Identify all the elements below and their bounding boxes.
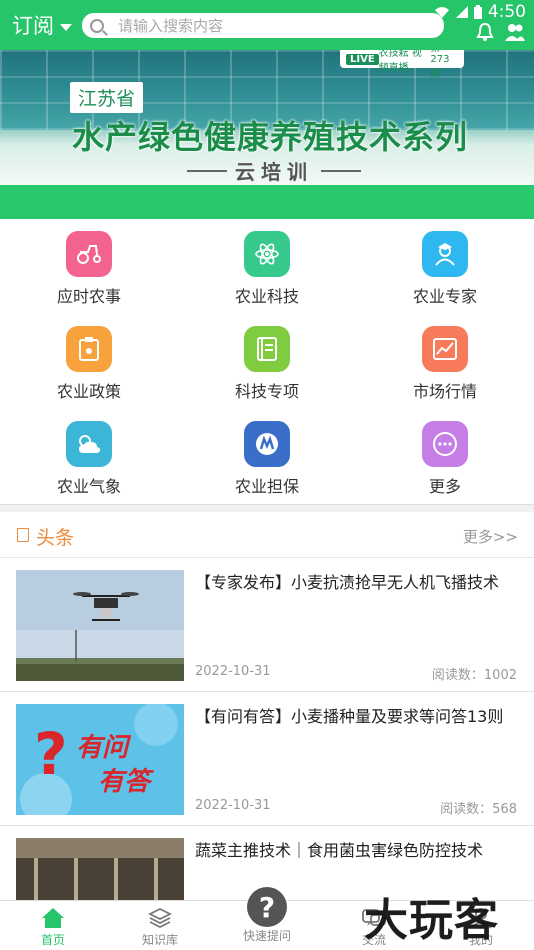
search-placeholder: 请输入搜索内容 [118,17,224,35]
wifi-icon [434,7,449,18]
category-label: 更多 [428,477,461,496]
tab-home[interactable]: 首页 [0,901,106,950]
qa-thumb-text-1: 有问 [76,733,132,763]
watermark-logo: 大玩客 [364,895,499,946]
category-item[interactable]: 科技专项 [207,314,327,404]
battery-icon [473,5,482,19]
banner-subtitle-row: 云培训 [174,156,374,185]
guarantee-icon [244,421,290,467]
qa-thumb-text-2: 有答 [98,767,154,797]
category-item[interactable]: 农业气象 [29,409,149,499]
tab-quick-ask[interactable]: ? 快速提问 [214,887,320,950]
subscribe-dropdown[interactable]: 订阅 [12,10,72,40]
headline-header: 头条 更多>> [0,512,534,558]
top-bar: 订阅 请输入搜索内容 4:50 [0,0,534,50]
caret-down-icon [60,23,72,31]
qa-thumbnail: ? 有问 有答 [16,704,184,815]
section-divider [0,504,534,512]
live-tag: LIVE [346,53,379,65]
news-title: 【有问有答】小麦播种量及要求等问答13则 [195,707,504,726]
category-item[interactable]: 更多 [385,409,505,499]
news-reads: 阅读数：568 [440,802,517,817]
banner-indicator-bar [0,185,534,219]
book-icon [244,326,290,372]
tractor-icon [66,231,112,277]
search-input[interactable]: 请输入搜索内容 [82,13,444,38]
category-label: 市场行情 [412,382,477,401]
headline-section: 头条 更多>> 【专家发布】小麦抗渍抢早无人机飞播技术 2022-10-31 阅… [0,512,534,949]
users-icon[interactable] [504,22,526,42]
issue-number: 第273期 [430,50,450,80]
province-label: 江苏省 [70,82,144,113]
document-icon [17,528,29,542]
expert-icon [422,231,468,277]
tab-label: 首页 [40,933,65,947]
category-label: 农业专家 [412,287,477,306]
drone-thumbnail [16,570,184,681]
category-item[interactable]: 应时农事 [29,219,149,309]
question-icon: ? [247,887,287,927]
live-text: 农技耘 视频直播 [378,50,422,74]
svg-text:?: ? [259,891,275,924]
subscribe-label: 订阅 [12,14,54,38]
layers-icon [148,907,172,929]
status-bar: 4:50 [434,2,526,22]
category-label: 应时农事 [56,287,121,306]
category-item[interactable]: 农业政策 [29,314,149,404]
tab-label: 快速提问 [242,929,291,943]
svg-text:?: ? [34,720,68,788]
category-item[interactable]: 农业专家 [385,219,505,309]
bell-icon[interactable] [476,22,494,42]
chart-icon [422,326,468,372]
news-reads: 阅读数：1002 [431,668,517,683]
category-label: 农业气象 [56,477,121,496]
tab-knowledge[interactable]: 知识库 [107,901,213,950]
banner-title: 水产绿色健康养殖技术系列 [72,118,469,156]
home-icon [42,908,64,928]
news-item[interactable]: ? 有问 有答 【有问有答】小麦播种量及要求等问答13则 2022-10-31 … [0,692,534,826]
category-grid: 应时农事 农业科技 农业专家 农业政策 科技专项 市场行情 农业气象 农业担保 … [0,219,534,504]
news-item[interactable]: 【专家发布】小麦抗渍抢早无人机飞播技术 2022-10-31 阅读数：1002 [0,558,534,692]
more-icon [422,421,468,467]
news-date: 2022-10-31 [195,664,271,679]
atom-icon [244,231,290,277]
banner-subtitle: 云培训 [235,160,313,184]
more-link[interactable]: 更多>> [463,526,518,547]
news-date: 2022-10-31 [195,798,271,813]
category-label: 农业政策 [56,382,121,401]
category-label: 农业担保 [234,477,299,496]
news-title: 蔬菜主推技术｜食用菌虫害绿色防控技术 [195,841,484,860]
news-title: 【专家发布】小麦抗渍抢早无人机飞播技术 [195,573,500,592]
category-item[interactable]: 农业科技 [207,219,327,309]
headline-title: 头条 [36,527,75,549]
status-time: 4:50 [487,2,526,22]
category-label: 农业科技 [234,287,299,306]
promo-banner[interactable]: LIVE 农技耘 视频直播 第273期 江苏省 水产绿色健康养殖技术系列 云培训 [0,50,534,185]
tab-label: 知识库 [141,933,178,947]
live-badge: LIVE 农技耘 视频直播 第273期 [340,50,464,80]
policy-icon [66,326,112,372]
category-label: 科技专项 [234,382,299,401]
category-item[interactable]: 市场行情 [385,314,505,404]
category-item[interactable]: 农业担保 [207,409,327,499]
signal-icon [455,6,468,18]
weather-icon [66,421,112,467]
search-icon [90,18,104,33]
